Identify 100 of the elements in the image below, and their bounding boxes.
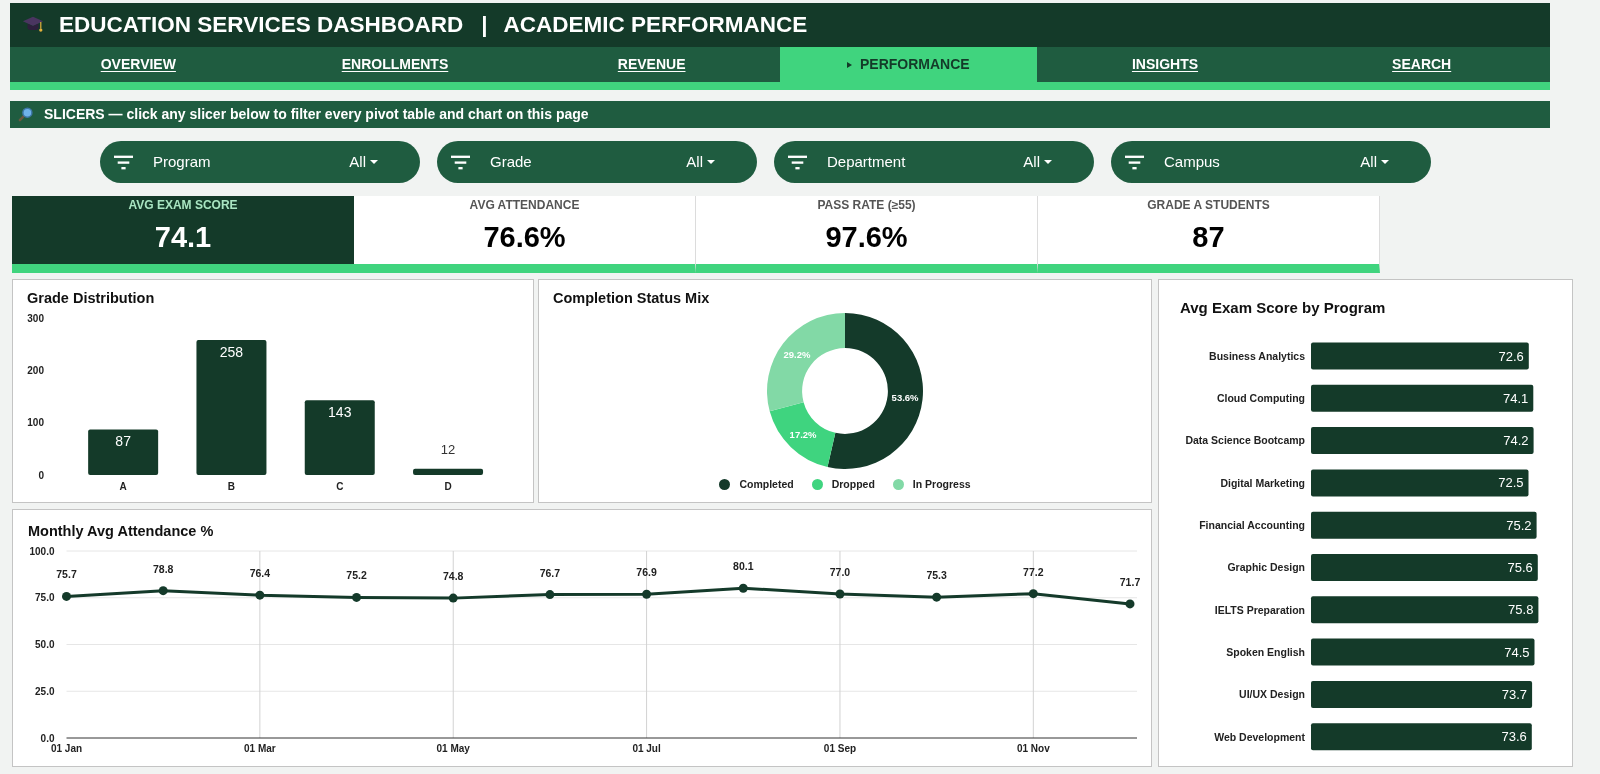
axis-label: 100 [27,417,44,429]
category-label: Graphic Design [1227,561,1305,574]
axis-label: 300 [27,312,44,324]
chart-title: Monthly Avg Attendance % [27,522,215,540]
data-label: 53.6% [891,392,919,404]
data-label: 75.2 [346,569,367,582]
axis-label: 75.0 [35,592,55,604]
category-label: Financial Accounting [1199,519,1305,531]
caret-down-icon [1381,160,1389,164]
slicer-control[interactable]: Department All [774,141,1094,183]
filter-icon [788,154,807,170]
axis-label: 50.0 [35,639,55,650]
graduation-cap-icon [22,15,44,35]
data-label: 73.7 [1501,686,1528,702]
nav-tab[interactable]: SEARCH [1293,47,1550,82]
category-label: B [227,481,236,492]
data-label: 74.1 [1503,390,1529,406]
data-label: 74.8 [443,570,464,583]
category-label: Spoken English [1226,645,1305,658]
legend-label: Dropped [831,477,875,491]
kpi-value: 76.6% [483,221,566,253]
search-icon [18,107,33,122]
slicer-label: Campus [1164,153,1220,171]
data-label: 143 [328,404,352,421]
filter-icon [451,154,470,170]
banner-text: SLICERS — click any slicer below to filter every pivot table and chart on this page [44,106,589,123]
data-point [642,589,652,599]
page-subtitle: ACADEMIC PERFORMANCE [503,12,808,38]
category-label: Business Analytics [1209,349,1305,362]
category-label: Web Development [1214,730,1305,743]
chart-title: Avg Exam Score by Program [1179,298,1387,317]
axis-label: 01 Jul [632,742,661,754]
axis-label: 200 [27,364,44,376]
category-label: Digital Marketing [1220,476,1305,489]
caret-down-icon [1044,160,1052,164]
data-label: 17.2% [789,429,817,441]
nav-tab[interactable]: OVERVIEW [10,47,267,82]
chart-title: Grade Distribution [26,289,156,307]
data-point [352,592,362,602]
chart-title: Completion Status Mix [552,289,711,307]
kpi-label: PASS RATE (≥55) [817,198,916,212]
data-label: 74.2 [1503,433,1529,449]
data-point [545,590,555,600]
nav-tab[interactable]: INSIGHTS [1036,47,1294,82]
kpi-label: AVG ATTENDANCE [469,198,580,212]
nav-tab[interactable]: REVENUE [523,47,780,82]
category-label: UI/UX Design [1239,688,1305,701]
category-label: A [119,481,127,492]
kpi-value: 97.6% [825,221,908,253]
data-label: 72.6 [1498,348,1524,364]
axis-label: 0.0 [40,732,55,744]
slicer-dropdown[interactable]: All [1023,153,1052,171]
category-label: Data Science Bootcamp [1185,434,1305,447]
data-label: 78.8 [152,562,174,575]
slicer-label: Program [153,153,211,171]
data-label: 77.2 [1023,565,1044,578]
data-label: 73.6 [1501,729,1527,745]
legend-label: In Progress [912,477,971,491]
slicer-dropdown[interactable]: All [1360,153,1389,171]
slicer-control[interactable]: Campus All [1111,141,1431,183]
data-point [448,593,458,603]
slicer-control[interactable]: Grade All [437,141,757,183]
data-label: 76.9 [636,566,657,579]
data-label: 75.6 [1507,560,1533,575]
kpi-label: GRADE A STUDENTS [1147,198,1270,212]
data-label: 77.0 [829,566,851,578]
axis-label: 01 May [436,742,470,754]
nav-tab[interactable]: PERFORMANCE [780,47,1037,82]
filter-icon [114,154,133,170]
data-label: 12 [440,441,456,457]
kpi-value: 87 [1192,221,1225,253]
data-label: 87 [115,433,131,450]
slicer-dropdown[interactable]: All [686,153,715,171]
slicer-control[interactable]: Program All [100,141,420,183]
axis-label: 0 [38,469,44,481]
data-point [1125,599,1135,609]
slicer-label: Department [827,153,906,171]
data-label: 76.4 [249,567,271,580]
filter-icon [1125,154,1144,170]
axis-label: 25.0 [35,685,55,697]
data-label: 75.7 [56,568,77,581]
data-label: 29.2% [783,348,811,360]
nav-tab[interactable]: ENROLLMENTS [266,47,524,82]
title-separator: | [481,12,488,38]
data-label: 75.2 [1506,517,1532,533]
slicer-label: Grade [490,153,532,171]
data-point [738,583,748,593]
category-label: Cloud Computing [1216,392,1305,405]
kpi-label: AVG EXAM SCORE [128,198,238,212]
data-label: 76.7 [539,566,561,579]
bar [413,468,484,475]
axis-label: 01 Jan [50,742,83,754]
data-label: 72.5 [1498,475,1524,491]
axis-label: 01 Sep [823,742,857,754]
category-label: IELTS Preparation [1214,603,1305,616]
data-label: 258 [219,344,244,360]
kpi-value: 74.1 [154,221,212,253]
data-label: 80.1 [733,560,754,573]
slicer-dropdown[interactable]: All [349,153,378,171]
data-label: 74.5 [1504,644,1530,660]
